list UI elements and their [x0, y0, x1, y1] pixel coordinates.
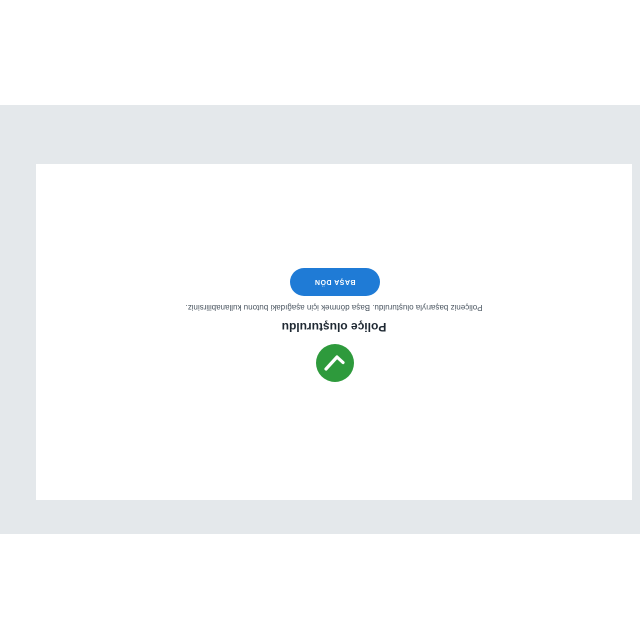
dialog-title: Poliçe oluşturuldu: [281, 320, 387, 334]
rotated-view: Poliçe oluşturuldu Poliçeniz başarıyla o…: [0, 0, 640, 640]
checkmark-icon: [316, 344, 354, 382]
page: Poliçe oluşturuldu Poliçeniz başarıyla o…: [0, 0, 640, 640]
back-to-start-button[interactable]: BAŞA DÖN: [290, 268, 380, 296]
checkmark-icon-glyph: [324, 355, 345, 371]
dialog-message: Poliçeniz başarıyla oluşturuldu. Başa dö…: [185, 303, 483, 312]
success-dialog: Poliçe oluşturuldu Poliçeniz başarıyla o…: [36, 164, 632, 500]
